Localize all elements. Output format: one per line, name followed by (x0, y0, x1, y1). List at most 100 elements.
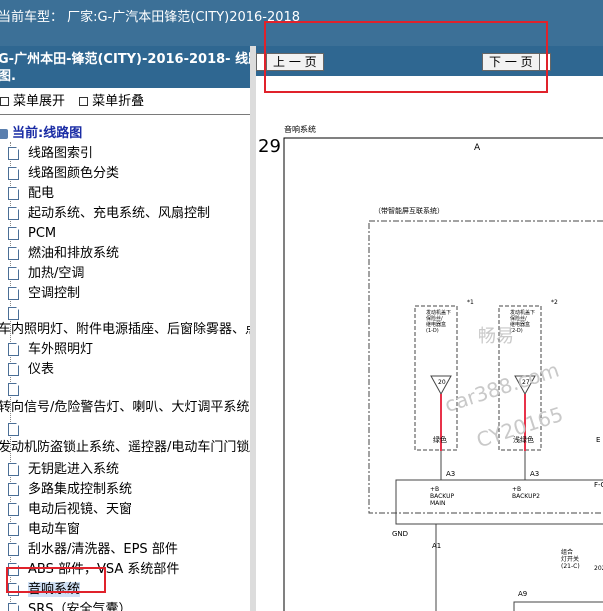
tree-item[interactable]: 燃油和排放系统 (8, 244, 119, 264)
page-number: 29 (258, 136, 281, 157)
tree-item-label: 燃油和排放系统 (28, 246, 120, 261)
document-icon (8, 147, 19, 160)
note-2: *2 (551, 299, 558, 306)
document-icon (8, 227, 19, 240)
sidebar-header-line1: G-广州本田-锋范(CITY)-2016-2018- 线路 (0, 52, 250, 67)
lower-unit-box (513, 601, 603, 611)
selection-highlight-box (6, 567, 106, 593)
sidebar-header-line2: 图. (0, 69, 16, 84)
vehicle-title: 当前车型： 厂家:G-广汽本田锋范(CITY)2016-2018 (0, 10, 301, 25)
sidebar: G-广州本田-锋范(CITY)-2016-2018- 线路 图. 菜单展开 菜单… (0, 46, 250, 611)
tree-item-label: 刮水器/清洗器、EPS 部件 (28, 542, 178, 557)
tree-item[interactable]: 起动系统、充电系统、风扇控制 (8, 204, 210, 224)
document-icon (8, 267, 19, 280)
document-icon (8, 307, 19, 320)
pin-fc: F-C (594, 481, 603, 489)
pin-backup2: +B BACKUP2 (512, 486, 540, 500)
section-label: （带智能屏互联系统） (374, 206, 444, 215)
tree-item-label: 转向信号/危险警告灯、喇叭、大灯调平系统 (0, 400, 250, 415)
tree-item-label: 线路图索引 (28, 146, 94, 161)
document-icon (8, 383, 19, 396)
tree-item[interactable]: PCM (8, 224, 56, 244)
diagram-pane: 上 一 页 下 一 页 音响系统 29 A （带智能屏互联系统） *1 *2 发… (256, 21, 603, 611)
tree-item-label: 线路图颜色分类 (28, 166, 120, 181)
pin-main: +B BACKUP MAIN (430, 486, 454, 507)
tree-root[interactable]: 当前:线路图 (0, 124, 82, 144)
expand-icon (0, 96, 9, 106)
document-icon (8, 363, 19, 376)
wire-1-color: 绿色 (433, 435, 447, 444)
tree-item[interactable]: 线路图索引 (8, 144, 93, 164)
tree-item[interactable]: 车内照明灯、附件电源插座、后窗除雾器、点 (0, 320, 250, 340)
tree-root-label: 当前:线路图 (12, 126, 83, 141)
column-label: A (474, 143, 481, 153)
document-icon (8, 483, 19, 496)
term-a3-1: A3 (446, 470, 455, 478)
watermark-3: CY20165 (474, 402, 566, 452)
menu-collapse-label: 菜单折叠 (92, 94, 145, 109)
note-1: *1 (467, 299, 474, 306)
unit-box (395, 479, 603, 525)
menu-collapse-button[interactable]: 菜单折叠 (79, 94, 144, 109)
tree-item-label: 车内照明灯、附件电源插座、后窗除雾器、点 (0, 322, 250, 337)
a1-label: A1 (432, 542, 441, 550)
document-icon (8, 207, 19, 220)
term-a3-2: A3 (530, 470, 539, 478)
tree-item[interactable]: 电动车窗 (8, 520, 80, 540)
document-icon (8, 167, 19, 180)
tree-item-label: 发动机防盗锁止系统、遥控器/电动车门门锁/ (0, 440, 250, 455)
tree-item-label: 电动车窗 (28, 522, 81, 537)
tree-item[interactable]: 配电 (8, 184, 54, 204)
root-icon (0, 128, 8, 139)
tree-item[interactable]: 加热/空调 (8, 264, 84, 284)
tree-item[interactable]: 转向信号/危险警告灯、喇叭、大灯调平系统 (0, 398, 249, 418)
gnd-label: GND (392, 530, 408, 538)
tree-controls: 菜单展开 菜单折叠 (0, 90, 154, 109)
tree-item-label: SRS（安全气囊） (28, 602, 132, 611)
document-icon (8, 423, 19, 436)
tree-item[interactable]: 刮水器/清洗器、EPS 部件 (8, 540, 178, 560)
nav-highlight-box (264, 21, 548, 93)
wire-3-color: E (596, 436, 600, 444)
section-box (368, 220, 603, 514)
document-icon (8, 503, 19, 516)
tree-item[interactable]: 车外照明灯 (8, 340, 93, 360)
n202-label: 202 (594, 565, 603, 572)
tree-item[interactable] (8, 380, 28, 400)
tree-item-label: 起动系统、充电系统、风扇控制 (28, 206, 211, 221)
menu-expand-label: 菜单展开 (13, 94, 66, 109)
document-icon (8, 543, 19, 556)
tree-item[interactable]: 多路集成控制系统 (8, 480, 132, 500)
tree-item[interactable]: 发动机防盗锁止系统、遥控器/电动车门门锁/ (0, 438, 250, 458)
tree-item[interactable]: 仪表 (8, 360, 54, 380)
fuse1-title: 发动机盖下保险丝/继电器盒(1-D) (426, 309, 451, 334)
fuse-20-number: 20 (438, 379, 446, 386)
tree-item-label: 电动后视镜、天窗 (28, 502, 133, 517)
watermark-1: 畅易 (478, 326, 514, 347)
document-icon (8, 287, 19, 300)
tree-item[interactable]: 电动后视镜、天窗 (8, 500, 132, 520)
tree-item[interactable]: 空调控制 (8, 284, 80, 304)
document-icon (8, 603, 19, 611)
document-icon (8, 343, 19, 356)
document-icon (8, 523, 19, 536)
tree-item-label: 仪表 (28, 362, 55, 377)
document-icon (8, 463, 19, 476)
tree-item-label: 无钥匙进入系统 (28, 462, 120, 477)
tree-item[interactable]: 无钥匙进入系统 (8, 460, 119, 480)
document-icon (8, 247, 19, 260)
collapse-icon (79, 96, 89, 106)
tree-item[interactable]: 线路图颜色分类 (8, 164, 119, 184)
sidebar-header: G-广州本田-锋范(CITY)-2016-2018- 线路 图. (0, 46, 250, 88)
divider (0, 114, 250, 115)
tree-item-label: 加热/空调 (28, 266, 85, 281)
wiring-diagram: 音响系统 29 A （带智能屏互联系统） *1 *2 发动机盖下保险丝/继电器盒… (258, 124, 603, 611)
a9-label: A9 (518, 590, 527, 598)
tree-item-label: 多路集成控制系统 (28, 482, 133, 497)
menu-expand-button[interactable]: 菜单展开 (0, 94, 65, 109)
document-icon (8, 187, 19, 200)
diagram-title: 音响系统 (284, 124, 316, 134)
tree-item[interactable] (8, 420, 28, 440)
tree-item[interactable]: SRS（安全气囊） (8, 600, 132, 611)
tree-item-label: PCM (28, 226, 57, 241)
